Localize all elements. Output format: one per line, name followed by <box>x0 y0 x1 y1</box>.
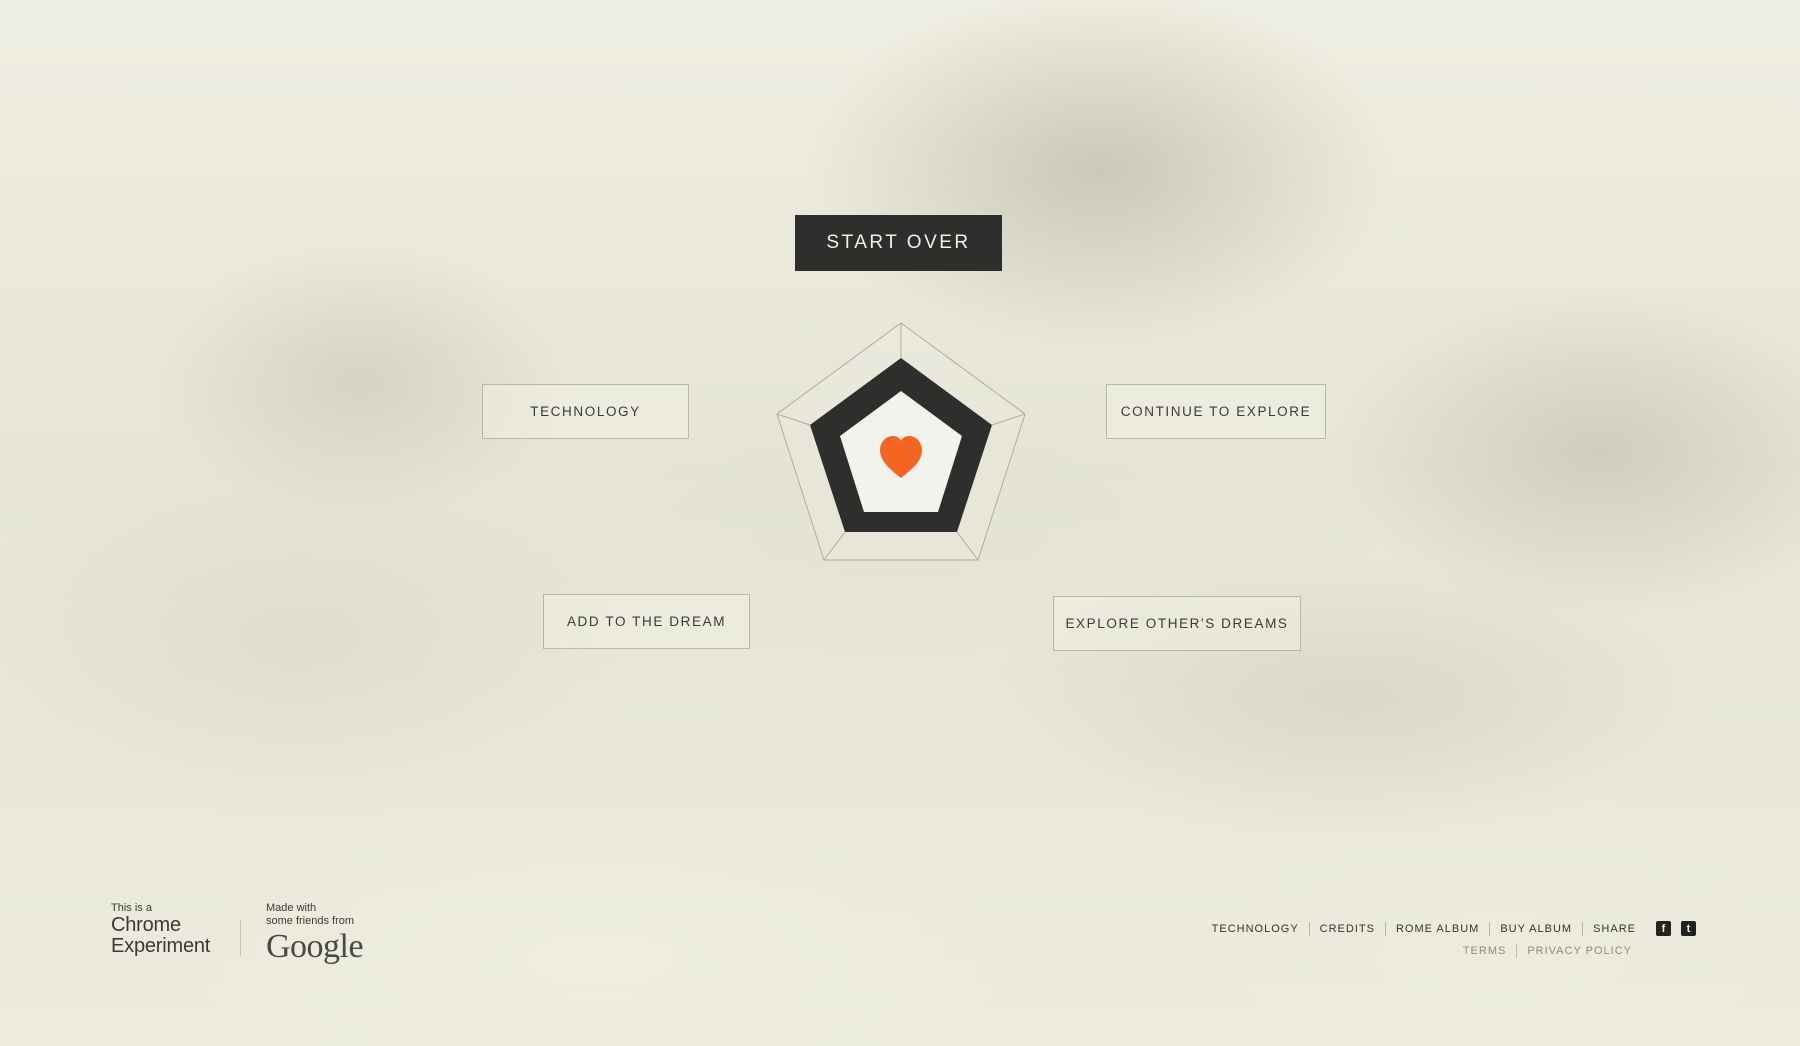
chrome-experiment-title-line1: Chrome <box>111 914 181 936</box>
footer-link-rome-album[interactable]: ROME ALBUM <box>1384 921 1489 936</box>
footer-legal: TERMS PRIVACY POLICY <box>1453 944 1642 958</box>
made-with-google-badge[interactable]: Made with some friends from Google <box>266 902 386 965</box>
footer-divider <box>240 920 241 956</box>
add-to-the-dream-button[interactable]: ADD TO THE DREAM <box>543 594 750 649</box>
continue-to-explore-button[interactable]: CONTINUE TO EXPLORE <box>1106 384 1326 439</box>
footer-link-credits[interactable]: CREDITS <box>1308 921 1385 936</box>
footer-nav: TECHNOLOGY CREDITS ROME ALBUM BUY ALBUM … <box>1202 921 1696 936</box>
google-logo: Google <box>266 928 364 965</box>
friends-from-label: some friends from <box>266 915 355 927</box>
chrome-experiment-badge[interactable]: This is a Chrome Experiment <box>111 902 231 957</box>
chrome-experiment-title-line2: Experiment <box>111 935 211 957</box>
twitter-icon[interactable]: t <box>1681 921 1696 936</box>
made-with-label: Made with <box>266 902 317 914</box>
footer-share-label: SHARE <box>1582 921 1646 936</box>
footer-link-terms[interactable]: TERMS <box>1453 944 1517 958</box>
footer-link-buy-album[interactable]: BUY ALBUM <box>1489 921 1582 936</box>
pentagon-emblem[interactable] <box>770 320 1032 564</box>
footer-link-privacy-policy[interactable]: PRIVACY POLICY <box>1516 944 1642 958</box>
technology-button[interactable]: TECHNOLOGY <box>482 384 689 439</box>
footer-link-technology[interactable]: TECHNOLOGY <box>1202 922 1309 936</box>
start-over-button[interactable]: START OVER <box>795 215 1002 271</box>
explore-others-dreams-button[interactable]: EXPLORE OTHER'S DREAMS <box>1053 596 1301 651</box>
facebook-icon[interactable]: f <box>1656 921 1671 936</box>
